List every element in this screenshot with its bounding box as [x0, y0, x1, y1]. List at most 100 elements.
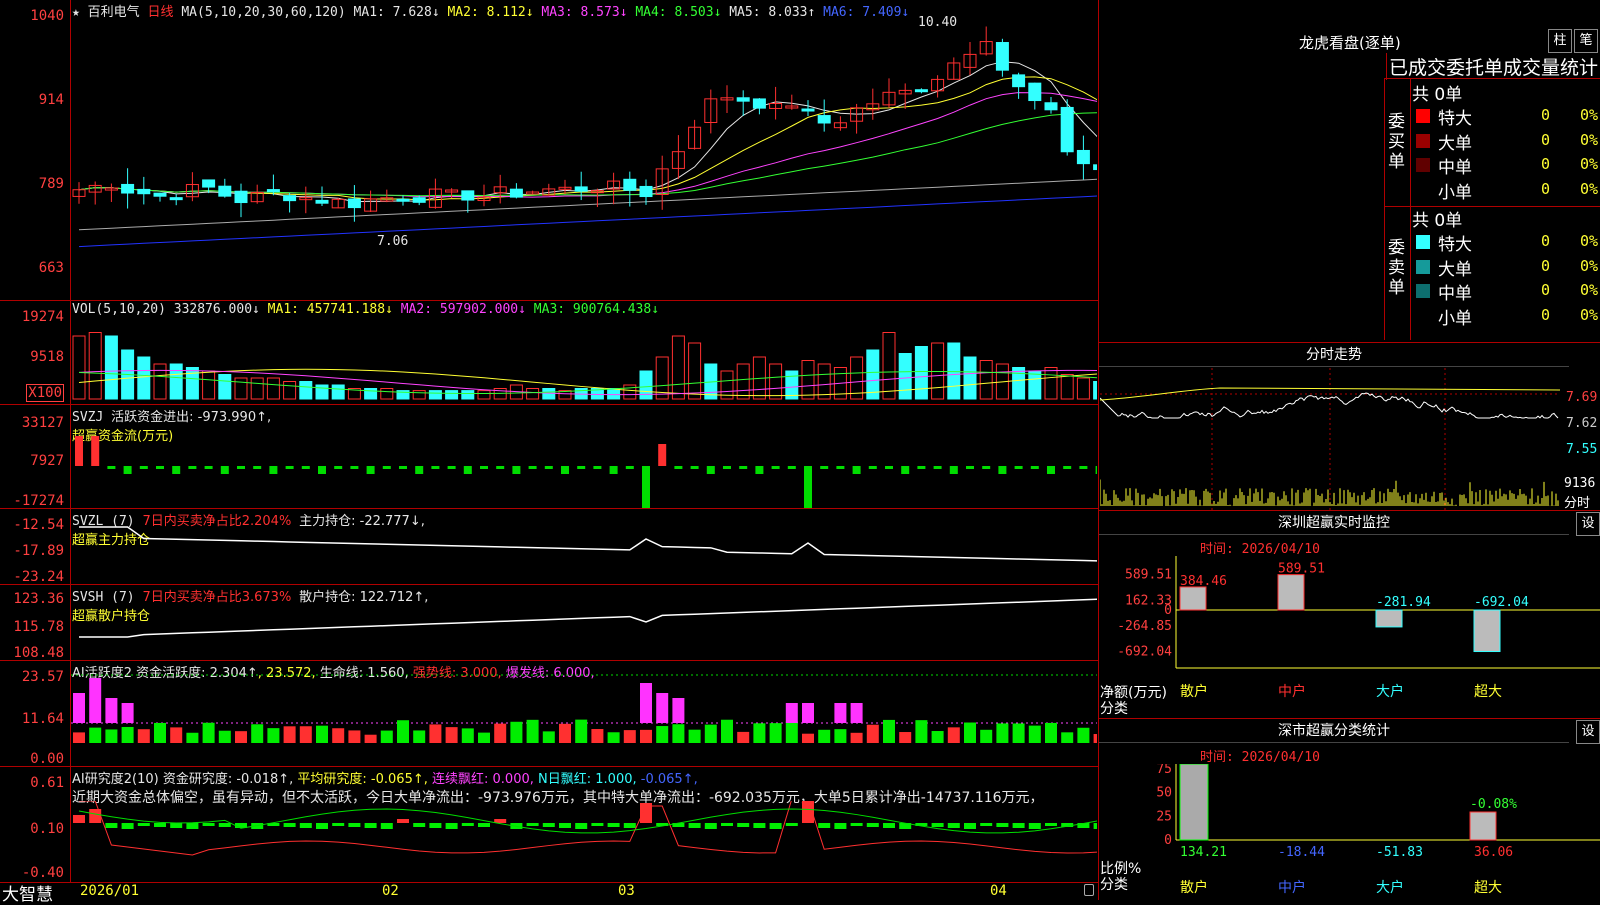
- money-flow-bar: [399, 466, 407, 469]
- sz-monitor-chart[interactable]: 589.51162.330-264.85-692.04384.46散户589.5…: [1100, 556, 1600, 716]
- order-stat-tab[interactable]: 已成交委托单成交量统计: [1386, 53, 1600, 80]
- fs-y: 7.55: [1566, 442, 1598, 457]
- volume-bar: [88, 332, 102, 400]
- svzj-chart[interactable]: [71, 405, 1097, 509]
- fs-y: 7.69: [1566, 390, 1598, 405]
- ai-active-panel[interactable]: 23.57 11.64 0.00 AI活跃度2 资金活跃度: 2.304↑, 2…: [0, 660, 1098, 767]
- research-bar: [170, 823, 183, 828]
- category-label: 大户: [1376, 879, 1404, 896]
- y-tick: 25: [1156, 809, 1172, 824]
- ai-research-panel[interactable]: 0.61 0.10 -0.40 AI研究度2(10) 资金研究度: -0.018…: [0, 766, 1098, 883]
- volume-bar: [428, 390, 442, 400]
- activity-bar: [461, 728, 474, 743]
- svzj-panel[interactable]: 33127 7927 -17274 SVZJ 活跃资金进出: -973.990↑…: [0, 404, 1098, 509]
- bar-view-button[interactable]: 柱: [1548, 29, 1572, 53]
- svzl-panel[interactable]: -12.54 -17.89 -23.24 SVZL (7) 7日内买卖净占比2.…: [0, 508, 1098, 585]
- y-tick: 123.36: [13, 591, 64, 607]
- volume-bar: [1093, 381, 1097, 400]
- svsh-panel[interactable]: 123.36 115.78 108.48 SVSH (7) 7日内买卖净占比3.…: [0, 584, 1098, 661]
- order-row-name: 中单: [1438, 158, 1472, 178]
- activity-bar: [478, 732, 490, 743]
- sz-cat-label: 分类: [1100, 701, 1128, 717]
- fs-unit: 分时: [1564, 496, 1591, 511]
- money-flow-bar: [609, 466, 618, 474]
- research-bar: [688, 823, 701, 828]
- volume-bar: [266, 377, 280, 400]
- money-flow-bar: [237, 466, 245, 469]
- ma-line: [78, 195, 1097, 248]
- cls-title[interactable]: 深市超赢分类统计: [1099, 720, 1569, 743]
- activity-bar: [510, 721, 523, 743]
- ai-active-chart[interactable]: [71, 661, 1097, 767]
- cls-time: 时间: 2026/04/10: [1200, 750, 1320, 765]
- y-tick: -0.40: [21, 865, 64, 881]
- candle-body: [218, 185, 232, 197]
- research-bar: [542, 823, 555, 827]
- money-flow-bar: [852, 466, 861, 474]
- candle-body: [137, 188, 151, 195]
- intraday-chart[interactable]: [1100, 368, 1560, 510]
- volume-bar: [914, 346, 928, 400]
- volume-unit[interactable]: X100: [26, 384, 64, 402]
- ai-research-l2: 平均研究度: -0.065↑,: [297, 772, 428, 787]
- research-bar: [316, 823, 328, 829]
- svsh-chart[interactable]: [71, 585, 1097, 661]
- activity-bar: [947, 727, 960, 743]
- activity-bar: [850, 732, 863, 743]
- fenshi-title[interactable]: 分时走势: [1099, 344, 1569, 367]
- volume-bar: [104, 335, 118, 400]
- svzl-chart[interactable]: [71, 509, 1097, 585]
- research-bar: [1093, 823, 1097, 829]
- sz-settings-button[interactable]: 设: [1576, 512, 1600, 536]
- cls-chart[interactable]: 75 50 25 0 -0.08% 134.21 散户 -18.44 中户 -51.83 大户 36.…: [1100, 764, 1600, 900]
- money-flow-bar: [107, 466, 116, 469]
- y-tick: 23.57: [21, 669, 64, 685]
- volume-bar: [947, 342, 961, 400]
- order-row-name: 中单: [1438, 284, 1472, 304]
- y-tick: 0.00: [30, 751, 64, 767]
- order-row-count: 0: [1540, 130, 1550, 149]
- activity-peak: [89, 678, 102, 723]
- category-label: 散户: [1180, 683, 1208, 700]
- money-flow-bar: [1030, 466, 1039, 469]
- lock-icon[interactable]: [1084, 884, 1094, 896]
- money-flow-bar: [431, 466, 440, 469]
- flow-value: 384.46: [1180, 574, 1227, 589]
- candle-body: [1012, 74, 1026, 88]
- candle-body: [801, 108, 815, 112]
- volume-bar: [1044, 367, 1058, 400]
- money-flow-bar: [350, 466, 359, 469]
- cls-settings-button[interactable]: 设: [1576, 720, 1600, 744]
- activity-peak: [121, 703, 134, 723]
- y-tick: -12.54: [13, 517, 64, 533]
- money-flow-bar: [933, 466, 942, 469]
- price-panel[interactable]: 1040 914 789 663 ★ 百利电气 日线 MA(5,10,20,30…: [0, 0, 1098, 300]
- ai-research-l4: N日飘红: 1.000,: [538, 772, 637, 787]
- activity-bar: [429, 724, 442, 743]
- y-tick: 0: [1164, 833, 1172, 848]
- category-label: 超大: [1474, 684, 1502, 700]
- y-tick: 0.61: [30, 775, 64, 791]
- activity-bar: [607, 732, 620, 743]
- activity-bar: [283, 726, 296, 743]
- vol-value: 332876.000↓: [173, 302, 260, 317]
- volume-bar: [412, 390, 426, 400]
- volume-bar: [769, 363, 783, 400]
- y-tick: 589.51: [1125, 568, 1172, 583]
- activity-bar: [299, 726, 312, 743]
- candlestick-chart[interactable]: [71, 18, 1097, 298]
- volume-bar: [72, 335, 86, 400]
- ai-research-chart[interactable]: [71, 801, 1097, 883]
- research-bar: [397, 819, 409, 823]
- volume-chart[interactable]: [71, 319, 1097, 405]
- volume-bar: [250, 377, 264, 400]
- brand-label[interactable]: 大智慧: [2, 880, 53, 905]
- order-row-name: 特大: [1438, 235, 1472, 255]
- money-flow-bar: [625, 466, 634, 469]
- activity-bar: [445, 727, 458, 743]
- order-row-count: 0: [1540, 256, 1550, 275]
- sz-title[interactable]: 深圳超赢实时监控: [1099, 512, 1569, 535]
- activity-bar: [121, 726, 134, 743]
- tick-view-button[interactable]: 笔: [1574, 29, 1598, 53]
- volume-panel[interactable]: 19274 9518 X100 VOL(5,10,20) 332876.000↓…: [0, 300, 1098, 405]
